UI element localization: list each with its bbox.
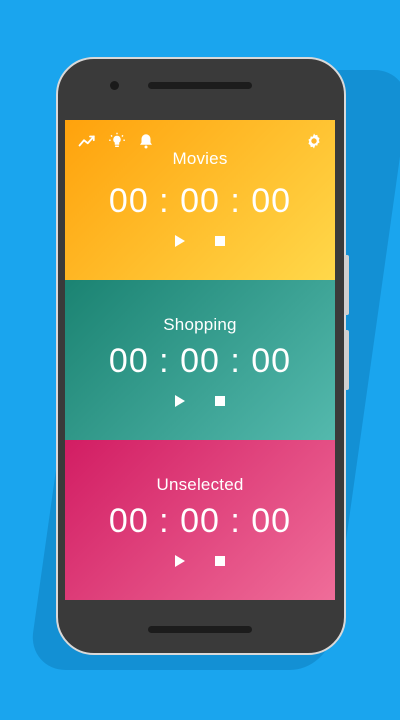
stop-icon bbox=[215, 556, 225, 566]
power-button bbox=[344, 330, 349, 390]
play-icon bbox=[175, 555, 185, 567]
play-button[interactable] bbox=[172, 553, 188, 569]
timer-card-movies[interactable]: Movies 00 : 00 : 00 bbox=[65, 120, 335, 280]
timer-controls bbox=[65, 233, 335, 253]
play-button[interactable] bbox=[172, 393, 188, 409]
stop-button[interactable] bbox=[212, 393, 228, 409]
timer-label: Unselected bbox=[156, 475, 244, 494]
volume-button bbox=[344, 255, 349, 315]
timer-card-shopping[interactable]: Shopping 00 : 00 : 00 bbox=[65, 280, 335, 440]
earpiece-speaker bbox=[148, 82, 252, 89]
front-camera bbox=[110, 81, 119, 90]
timer-label: Shopping bbox=[163, 315, 237, 334]
play-icon bbox=[175, 395, 185, 407]
timer-display: 00 : 00 : 00 bbox=[108, 182, 292, 220]
timer-card-unselected[interactable]: Unselected 00 : 00 : 00 bbox=[65, 440, 335, 600]
timer-controls bbox=[65, 393, 335, 413]
bottom-speaker bbox=[148, 626, 252, 633]
play-button[interactable] bbox=[172, 233, 188, 249]
app-screen: Movies 00 : 00 : 00 Shopping 00 : 00 : 0… bbox=[65, 120, 335, 600]
play-icon bbox=[175, 235, 185, 247]
stop-icon bbox=[215, 396, 225, 406]
stop-icon bbox=[215, 236, 225, 246]
stop-button[interactable] bbox=[212, 233, 228, 249]
timer-controls bbox=[65, 553, 335, 573]
stop-button[interactable] bbox=[212, 553, 228, 569]
timer-display: 00 : 00 : 00 bbox=[108, 342, 292, 380]
timer-display: 00 : 00 : 00 bbox=[108, 502, 292, 540]
timer-label: Movies bbox=[172, 149, 228, 168]
